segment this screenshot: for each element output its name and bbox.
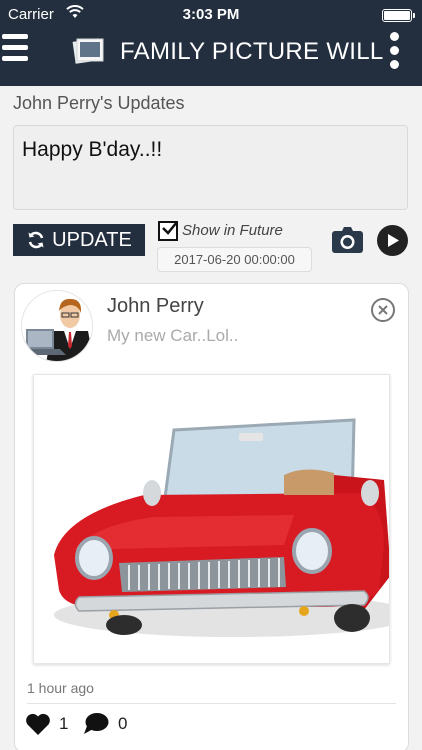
- hamburger-menu-icon[interactable]: [2, 34, 28, 68]
- post-card: John Perry My new Car..Lol.. 1 hour ago …: [14, 283, 409, 750]
- kebab-menu-icon[interactable]: [390, 32, 400, 72]
- play-triangle: [388, 234, 399, 247]
- update-button[interactable]: UPDATE: [13, 224, 145, 256]
- battery-fill: [384, 11, 410, 20]
- play-circle-icon[interactable]: [377, 225, 408, 256]
- show-in-future-label: Show in Future: [182, 222, 283, 239]
- post-text: My new Car..Lol..: [107, 326, 239, 345]
- post-timestamp: 1 hour ago: [27, 680, 94, 696]
- camera-icon[interactable]: [332, 226, 363, 254]
- businessman-avatar: [22, 291, 92, 361]
- post-author[interactable]: John Perry: [107, 295, 204, 318]
- battery-icon: [382, 9, 415, 22]
- future-date-field[interactable]: 2017-06-20 00:00:00: [157, 247, 312, 272]
- show-in-future-checkbox[interactable]: [158, 221, 178, 241]
- section-title: John Perry's Updates: [13, 93, 185, 113]
- checkmark-icon: [162, 221, 178, 235]
- speech-bubble-icon[interactable]: [83, 712, 109, 736]
- update-button-label: UPDATE: [52, 228, 132, 251]
- heart-icon[interactable]: [25, 713, 51, 736]
- comment-count: 0: [118, 714, 128, 733]
- status-time: 3:03 PM: [182, 6, 240, 23]
- divider: [27, 703, 396, 704]
- author-avatar[interactable]: [21, 290, 93, 362]
- post-image[interactable]: [33, 374, 390, 664]
- refresh-icon: [28, 231, 44, 249]
- close-icon: [378, 305, 388, 315]
- status-bar: Carrier 3:03 PM: [0, 0, 422, 30]
- status-input[interactable]: Happy B'day..!!: [13, 125, 408, 210]
- top-bar: Carrier 3:03 PM FAMILY PICTURE WILL: [0, 0, 422, 86]
- app-title: FAMILY PICTURE WILL: [120, 38, 384, 65]
- close-circle-icon[interactable]: [371, 298, 395, 322]
- photo-frame-icon: [72, 38, 104, 64]
- like-count: 1: [59, 714, 69, 733]
- red-convertible-car-image: [34, 375, 389, 663]
